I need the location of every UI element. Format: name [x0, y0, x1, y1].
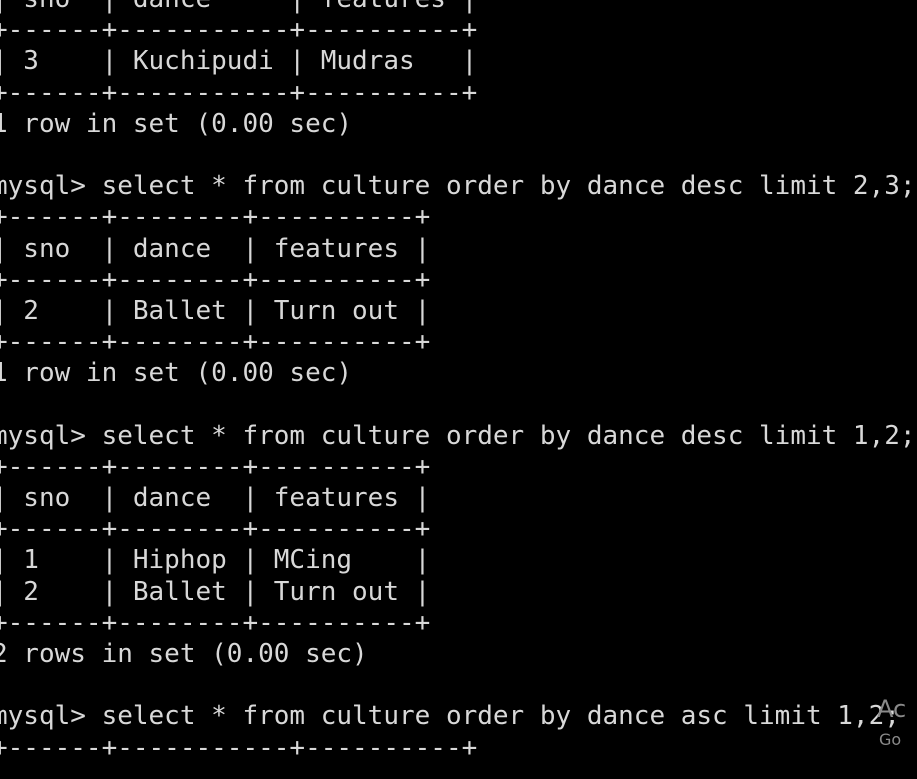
terminal-window[interactable]: | sno | dance | features |+------+------…: [0, 0, 917, 779]
watermark-subtitle: Go: [879, 730, 902, 749]
console-line: | 1 | Hiphop | MCing |: [0, 545, 431, 576]
watermark-title: Ac: [877, 695, 907, 723]
console-line: | sno | dance | features |: [0, 0, 916, 15]
console-line: +------+-----------+----------+: [0, 15, 478, 46]
console-line: mysql> select * from culture order by da…: [0, 420, 916, 451]
console-line: mysql> select * from culture order by da…: [0, 701, 900, 732]
console-line: +------+--------+----------+: [0, 607, 431, 638]
console-line: 1 row in set (0.00 sec): [0, 358, 353, 389]
console-line: +------+--------+----------+: [0, 202, 431, 233]
console-line: +------+-----------+----------+: [0, 77, 478, 108]
console-line: +------+--------+----------+: [0, 264, 431, 295]
console-line: mysql> select * from culture order by da…: [0, 171, 916, 202]
console-line: | 2 | Ballet | Turn out |: [0, 295, 431, 326]
console-line: +------+--------+----------+: [0, 327, 431, 358]
console-line: 2 rows in set (0.00 sec): [0, 638, 368, 669]
console-line: +------+-----------+----------+: [0, 732, 478, 763]
console-line: +------+--------+----------+: [0, 514, 431, 545]
console-output[interactable]: | sno | dance | features |+------+------…: [0, 0, 916, 764]
console-line: +------+--------+----------+: [0, 451, 431, 482]
console-line: | sno | dance | features |: [0, 483, 431, 513]
console-line: | 3 | Kuchipudi | Mudras |: [0, 46, 478, 77]
console-line: | sno | dance | features |: [0, 233, 431, 264]
console-line: 1 row in set (0.00 sec): [0, 108, 353, 139]
activation-watermark: Ac Go: [877, 694, 917, 764]
console-line: | 2 | Ballet | Turn out |: [0, 576, 431, 607]
